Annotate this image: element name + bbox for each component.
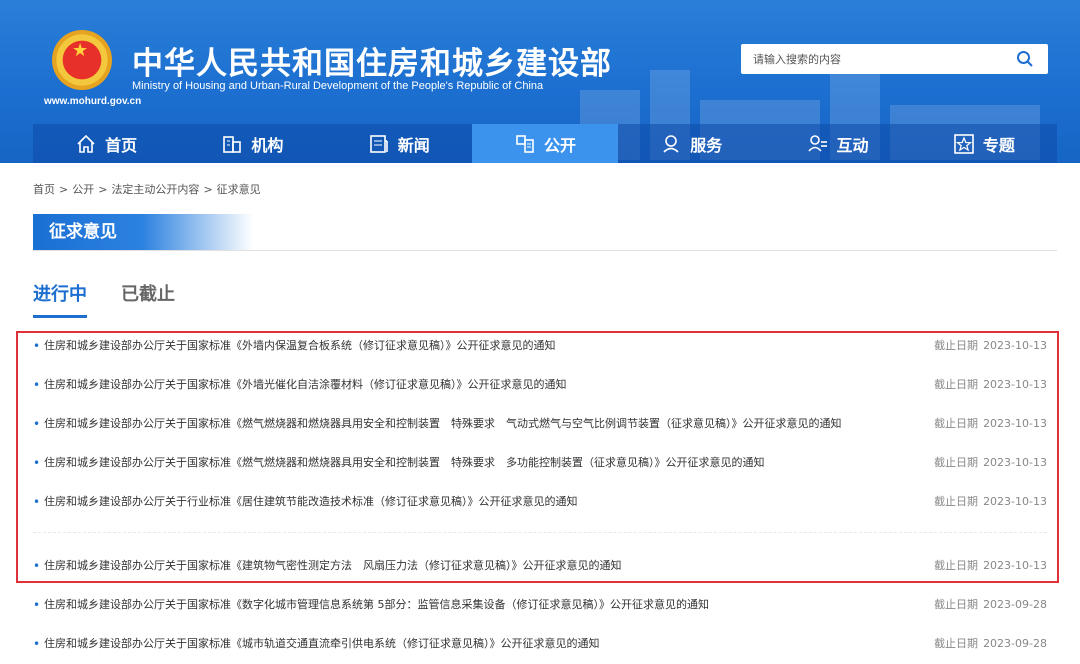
list-item[interactable]: • 住房和城乡建设部办公厅关于行业标准《居住建筑节能改造技术标准（修订征求意见稿…: [33, 492, 1047, 512]
list-item-title[interactable]: 住房和城乡建设部办公厅关于国家标准《外墙内保温复合板系统（修订征求意见稿）》公开…: [44, 336, 556, 356]
list-item-title[interactable]: 住房和城乡建设部办公厅关于国家标准《城市轨道交通直流牵引供电系统（修订征求意见稿…: [44, 634, 600, 654]
section-header: 征求意见: [33, 214, 1057, 251]
national-emblem-icon[interactable]: ★: [52, 30, 112, 90]
list-item[interactable]: • 住房和城乡建设部办公厅关于国家标准《燃气燃烧器和燃烧器具用安全和控制装置 特…: [33, 414, 1047, 434]
deadline-date: 2023-10-13: [983, 339, 1047, 352]
deadline-label: 截止日期: [934, 598, 979, 611]
list-item-deadline: 截止日期 2023-09-28: [934, 634, 1047, 654]
deadline-date: 2023-10-13: [983, 378, 1047, 391]
bullet-icon: •: [33, 378, 41, 392]
search-box: [741, 44, 1048, 74]
nav-item-service[interactable]: 服务: [618, 124, 764, 163]
breadcrumb-separator: >: [203, 183, 213, 196]
list-item-deadline: 截止日期 2023-09-28: [934, 595, 1047, 615]
deadline-label: 截止日期: [934, 417, 979, 430]
list-item[interactable]: • 住房和城乡建设部办公厅关于国家标准《燃气燃烧器和燃烧器具用安全和控制装置 特…: [33, 453, 1047, 473]
list-item-deadline: 截止日期 2023-10-13: [934, 375, 1047, 395]
search-icon[interactable]: [1016, 50, 1034, 68]
bullet-icon: •: [33, 417, 41, 431]
status-tabs: 进行中 已截止: [33, 280, 209, 318]
bullet-icon: •: [33, 598, 41, 612]
list-item-deadline: 截止日期 2023-10-13: [934, 492, 1047, 512]
breadcrumb-public[interactable]: 公开: [72, 183, 94, 196]
breadcrumb-separator: >: [59, 183, 69, 196]
list-item-deadline: 截止日期 2023-10-13: [934, 556, 1047, 576]
nav-item-interaction[interactable]: 互动: [764, 124, 910, 163]
nav-item-topics[interactable]: 专题: [911, 124, 1057, 163]
deadline-date: 2023-09-28: [983, 637, 1047, 650]
bullet-icon: •: [33, 495, 41, 509]
breadcrumb-statutory-disclosure[interactable]: 法定主动公开内容: [111, 183, 199, 196]
deadline-date: 2023-09-28: [983, 598, 1047, 611]
list-item-title[interactable]: 住房和城乡建设部办公厅关于国家标准《建筑物气密性测定方法 风扇压力法（修订征求意…: [44, 556, 622, 576]
breadcrumb-separator: >: [98, 183, 108, 196]
list-item[interactable]: • 住房和城乡建设部办公厅关于国家标准《外墙内保温复合板系统（修订征求意见稿）》…: [33, 336, 1047, 356]
deadline-label: 截止日期: [934, 378, 979, 391]
list-item[interactable]: • 住房和城乡建设部办公厅关于国家标准《外墙光催化自洁涂覆材料（修订征求意见稿）…: [33, 375, 1047, 395]
nav-item-label: 公开: [543, 135, 576, 155]
breadcrumb-consultation[interactable]: 征求意见: [217, 183, 261, 196]
bullet-icon: •: [33, 637, 41, 651]
list-item-deadline: 截止日期 2023-10-13: [934, 336, 1047, 356]
nav-item-label: 首页: [105, 135, 138, 155]
deadline-date: 2023-10-13: [983, 495, 1047, 508]
tab-closed[interactable]: 已截止: [121, 280, 175, 318]
service-icon: [663, 134, 679, 153]
star-icon: [954, 133, 974, 154]
bullet-icon: •: [33, 339, 41, 353]
deadline-label: 截止日期: [934, 456, 979, 469]
document-icon: [516, 134, 534, 153]
deadline-date: 2023-10-13: [983, 456, 1047, 469]
nav-item-label: 机构: [251, 135, 284, 155]
home-icon: [77, 134, 95, 153]
list-item[interactable]: • 住房和城乡建设部办公厅关于国家标准《建筑物气密性测定方法 风扇压力法（修订征…: [33, 556, 1047, 576]
main-nav: 首页 机构 新闻 公开 服务 互动 专题: [33, 124, 1057, 163]
interaction-icon: [807, 134, 827, 152]
deadline-date: 2023-10-13: [983, 559, 1047, 572]
list-item-title[interactable]: 住房和城乡建设部办公厅关于国家标准《燃气燃烧器和燃烧器具用安全和控制装置 特殊要…: [44, 453, 765, 473]
deadline-label: 截止日期: [934, 637, 979, 650]
site-title[interactable]: 中华人民共和国住房和城乡建设部: [132, 38, 612, 83]
nav-item-organization[interactable]: 机构: [179, 124, 325, 163]
nav-item-label: 专题: [982, 135, 1015, 155]
nav-item-public[interactable]: 公开: [471, 124, 619, 163]
bullet-icon: •: [33, 456, 41, 470]
list-item-title[interactable]: 住房和城乡建设部办公厅关于国家标准《外墙光催化自洁涂覆材料（修订征求意见稿）》公…: [44, 375, 567, 395]
breadcrumb-home[interactable]: 首页: [33, 183, 55, 196]
list-item[interactable]: • 住房和城乡建设部办公厅关于国家标准《城市轨道交通直流牵引供电系统（修订征求意…: [33, 634, 1047, 654]
site-subtitle: Ministry of Housing and Urban-Rural Deve…: [132, 80, 544, 92]
deadline-label: 截止日期: [934, 495, 979, 508]
list-item-deadline: 截止日期 2023-10-13: [934, 453, 1047, 473]
list-item-title[interactable]: 住房和城乡建设部办公厅关于国家标准《燃气燃烧器和燃烧器具用安全和控制装置 特殊要…: [44, 414, 842, 434]
bullet-icon: •: [33, 559, 41, 573]
building-icon: [223, 135, 242, 153]
list-item-title[interactable]: 住房和城乡建设部办公厅关于行业标准《居住建筑节能改造技术标准（修订征求意见稿）》…: [44, 492, 578, 512]
search-input[interactable]: [753, 50, 1003, 68]
nav-item-label: 互动: [836, 135, 869, 155]
nav-item-news[interactable]: 新闻: [326, 124, 472, 163]
list-item-title[interactable]: 住房和城乡建设部办公厅关于国家标准《数字化城市管理信息系统第 5部分：监管信息采…: [44, 595, 709, 615]
nav-item-home[interactable]: 首页: [33, 124, 179, 163]
list-item-deadline: 截止日期 2023-10-13: [934, 414, 1047, 434]
nav-item-label: 新闻: [397, 135, 430, 155]
news-icon: [369, 134, 388, 153]
deadline-label: 截止日期: [934, 559, 979, 572]
section-title: 征求意见: [33, 214, 253, 250]
nav-item-label: 服务: [690, 135, 723, 155]
list-item[interactable]: • 住房和城乡建设部办公厅关于国家标准《数字化城市管理信息系统第 5部分：监管信…: [33, 595, 1047, 615]
deadline-label: 截止日期: [934, 339, 979, 352]
deadline-date: 2023-10-13: [983, 417, 1047, 430]
breadcrumb: 首页 > 公开 > 法定主动公开内容 > 征求意见: [33, 181, 261, 197]
tab-in-progress[interactable]: 进行中: [33, 280, 87, 318]
site-url: www.mohurd.gov.cn: [44, 96, 142, 107]
list-divider: [33, 532, 1047, 533]
